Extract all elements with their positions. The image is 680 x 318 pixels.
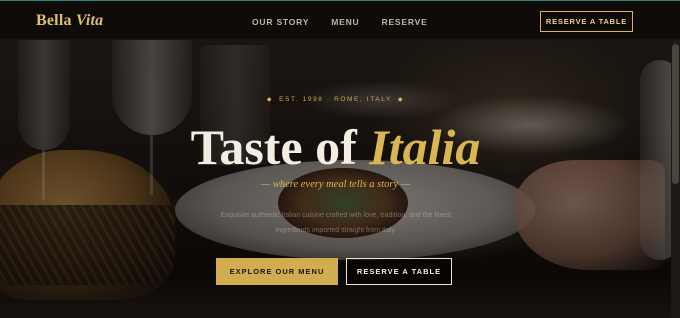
- nav-link-menu[interactable]: MENU: [331, 17, 359, 27]
- diamond-left-icon: ◆: [266, 97, 274, 103]
- brand-name-regular: Bella: [36, 12, 72, 29]
- hero-tagline: — where every meal tells a story —: [260, 179, 411, 190]
- top-navigation-bar: Bella Vita OUR STORY MENU RESERVE RESERV…: [0, 0, 680, 40]
- nav-links: OUR STORY MENU RESERVE: [252, 17, 450, 27]
- scrollbar-thumb[interactable]: [672, 44, 679, 184]
- diamond-right-icon: ◆: [397, 97, 405, 103]
- hero-eyebrow: ◆ EST. 1998 · ROME, ITALY ◆: [0, 96, 671, 103]
- explore-menu-button[interactable]: EXPLORE OUR MENU: [216, 258, 338, 285]
- headline-main: Taste of: [190, 119, 357, 175]
- page-scrollbar[interactable]: [671, 40, 680, 318]
- nav-reserve-table-button[interactable]: RESERVE A TABLE: [540, 11, 633, 32]
- hero-eyebrow-text: EST. 1998 · ROME, ITALY: [279, 96, 392, 103]
- nav-link-our-story[interactable]: OUR STORY: [252, 17, 309, 27]
- hero-reserve-table-button[interactable]: RESERVE A TABLE: [346, 258, 452, 285]
- brand-name-italic: Vita: [75, 12, 104, 29]
- hero-headline: Taste of Italia: [0, 118, 671, 176]
- nav-link-reserve[interactable]: RESERVE: [382, 17, 428, 27]
- headline-accent: Italia: [369, 119, 481, 175]
- brand-logo[interactable]: Bella Vita: [36, 12, 103, 30]
- hero-description: Exquisite authentic Italian cuisine craf…: [220, 212, 452, 234]
